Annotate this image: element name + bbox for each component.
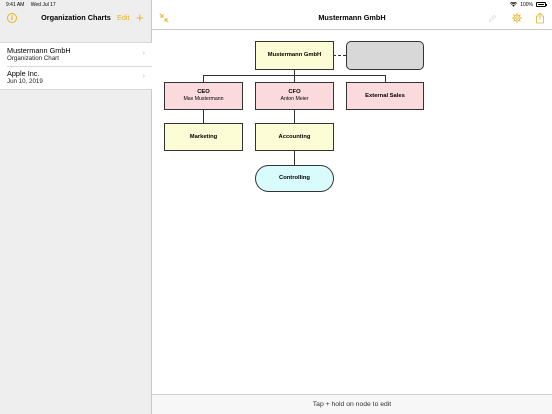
status-right: 100% [510, 1, 547, 8]
chevron-right-icon: › [142, 50, 145, 57]
connector-line [385, 75, 386, 82]
node-accounting-label: Accounting [278, 133, 311, 140]
status-time: 9:41 AM [6, 1, 25, 8]
status-bar: 9:41 AM Wed Jul 17 100% [0, 0, 552, 9]
node-marketing[interactable]: Marketing [164, 123, 243, 151]
node-external-sales-label: External Sales [365, 92, 405, 99]
node-external-sales[interactable]: External Sales [346, 82, 424, 110]
list-item-title: Mustermann GmbH [7, 46, 71, 55]
pencil-icon[interactable] [488, 14, 497, 23]
connector-line [294, 151, 295, 165]
node-ceo[interactable]: CEO Max Mustermann [164, 82, 243, 110]
sidebar-header: i Organization Charts Edit + [0, 9, 152, 29]
list-item-title: Apple Inc. [7, 69, 40, 78]
list-item[interactable]: Apple Inc. Jun 10, 2019 › [0, 66, 152, 89]
add-chart-button[interactable]: + [136, 9, 144, 26]
node-cfo[interactable]: CFO Anton Meier [255, 82, 334, 110]
status-date: Wed Jul 17 [30, 1, 56, 8]
node-cfo-title: CFO [288, 89, 301, 96]
gear-icon[interactable] [512, 13, 522, 23]
node-cfo-person: Anton Meier [280, 96, 309, 102]
node-ceo-person: Max Mustermann [183, 96, 224, 102]
node-ceo-title: CEO [197, 89, 210, 96]
node-root[interactable]: Mustermann GmbH [255, 41, 334, 70]
battery-percent: 100% [520, 1, 533, 8]
node-root-label: Mustermann GmbH [267, 52, 322, 59]
chevron-right-icon: › [142, 73, 145, 80]
edit-button[interactable]: Edit [117, 13, 130, 22]
chart-list: Mustermann GmbH Organization Chart › App… [0, 42, 152, 90]
sidebar: i Organization Charts Edit + Mustermann … [0, 0, 152, 414]
list-item[interactable]: Mustermann GmbH Organization Chart › [0, 43, 152, 66]
node-accounting[interactable]: Accounting [255, 123, 334, 151]
wifi-icon [510, 2, 518, 7]
node-assistant[interactable] [346, 41, 424, 70]
connector-line [294, 75, 295, 82]
node-marketing-label: Marketing [189, 133, 218, 140]
list-item-subtitle: Jun 10, 2019 [7, 78, 43, 85]
connector-line [294, 110, 295, 123]
detail-header: Mustermann GmbH [152, 9, 552, 29]
share-icon[interactable] [535, 12, 545, 24]
footer-hint: Tap + hold on node to edit [152, 394, 552, 414]
node-controlling-label: Controlling [279, 175, 310, 182]
node-controlling[interactable]: Controlling [255, 165, 334, 192]
list-item-subtitle: Organization Chart [7, 55, 59, 62]
connector-line [203, 75, 204, 82]
footer-hint-text: Tap + hold on node to edit [312, 401, 392, 408]
org-chart-canvas[interactable]: Mustermann GmbH CEO Max Mustermann CFO A… [152, 30, 552, 394]
connector-line [203, 110, 204, 123]
battery-icon [536, 2, 547, 7]
assistant-connector [333, 55, 346, 56]
status-left: 9:41 AM Wed Jul 17 [6, 2, 61, 8]
